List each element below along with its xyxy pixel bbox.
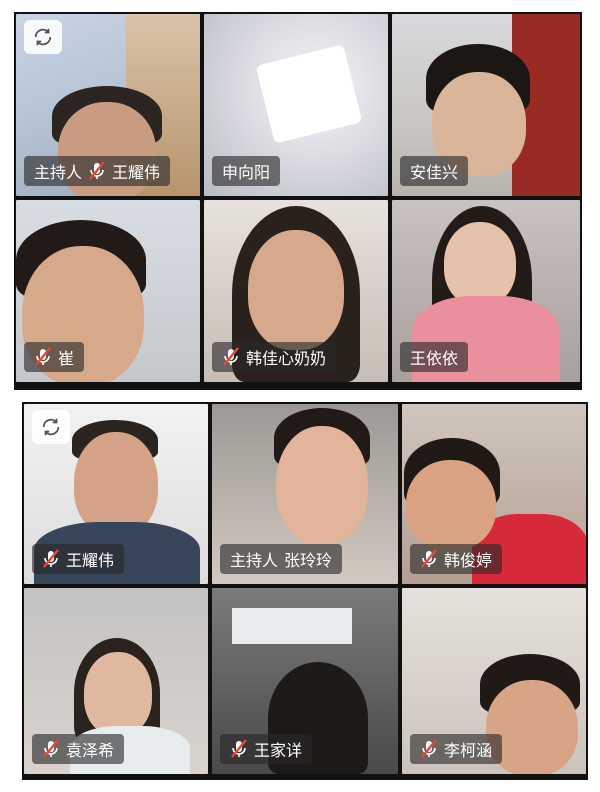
camera-switch-icon (34, 28, 52, 46)
participant-name: 袁泽希 (66, 741, 115, 760)
switch-camera-button[interactable] (24, 20, 62, 54)
mic-off-icon (420, 549, 438, 569)
participant-label: 袁泽希 (32, 734, 125, 764)
video-tile[interactable]: 申向阳 (204, 14, 388, 196)
participant-name: 张玲玲 (284, 551, 333, 570)
video-grid-top: 主持人 王耀伟 申向阳 安佳兴 崔 韩佳心奶奶 王依依 (14, 12, 582, 390)
video-tile[interactable]: 崔 (16, 200, 200, 382)
participant-label: 主持人 张玲玲 (220, 544, 343, 574)
video-tile[interactable]: 李柯涵 (402, 588, 586, 774)
participant-label: 主持人 王耀伟 (24, 156, 171, 186)
mic-off-icon (230, 739, 248, 759)
participant-name: 申向阳 (222, 163, 271, 182)
participant-name: 安佳兴 (410, 163, 459, 182)
camera-switch-icon (42, 418, 60, 436)
video-tile[interactable]: 韩俊婷 (402, 404, 586, 584)
mic-off-icon (222, 347, 240, 367)
switch-camera-button[interactable] (32, 410, 70, 444)
host-tag: 主持人 (34, 163, 83, 182)
mic-off-icon (88, 161, 106, 181)
participant-label: 王依依 (400, 342, 469, 372)
participant-label: 崔 (24, 342, 85, 372)
participant-label: 王家详 (220, 734, 313, 764)
mic-off-icon (42, 549, 60, 569)
video-tile[interactable]: 主持人 张玲玲 (212, 404, 398, 584)
participant-name: 王依依 (410, 349, 459, 368)
video-tile[interactable]: 王家详 (212, 588, 398, 774)
video-tile[interactable]: 安佳兴 (392, 14, 580, 196)
video-tile[interactable]: 王依依 (392, 200, 580, 382)
video-tile[interactable]: 王耀伟 (24, 404, 208, 584)
video-tile[interactable]: 主持人 王耀伟 (16, 14, 200, 196)
mic-off-icon (42, 739, 60, 759)
participant-name: 王耀伟 (66, 551, 115, 570)
participant-label: 李柯涵 (410, 734, 503, 764)
host-tag: 主持人 (230, 551, 279, 570)
participant-label: 韩俊婷 (410, 544, 503, 574)
video-grid-bottom: 王耀伟 主持人 张玲玲 韩俊婷 袁泽希 王家详 李柯涵 (22, 402, 588, 780)
participant-name: 韩佳心奶奶 (246, 349, 327, 368)
participant-name: 王家详 (254, 741, 303, 760)
participant-name: 崔 (58, 349, 75, 368)
participant-name: 李柯涵 (444, 741, 493, 760)
participant-name: 韩俊婷 (444, 551, 493, 570)
participant-label: 王耀伟 (32, 544, 125, 574)
participant-label: 安佳兴 (400, 156, 469, 186)
mic-off-icon (34, 347, 52, 367)
video-tile[interactable]: 韩佳心奶奶 (204, 200, 388, 382)
participant-name: 王耀伟 (112, 163, 161, 182)
mic-off-icon (420, 739, 438, 759)
participant-label: 申向阳 (212, 156, 281, 186)
video-tile[interactable]: 袁泽希 (24, 588, 208, 774)
participant-label: 韩佳心奶奶 (212, 342, 337, 372)
